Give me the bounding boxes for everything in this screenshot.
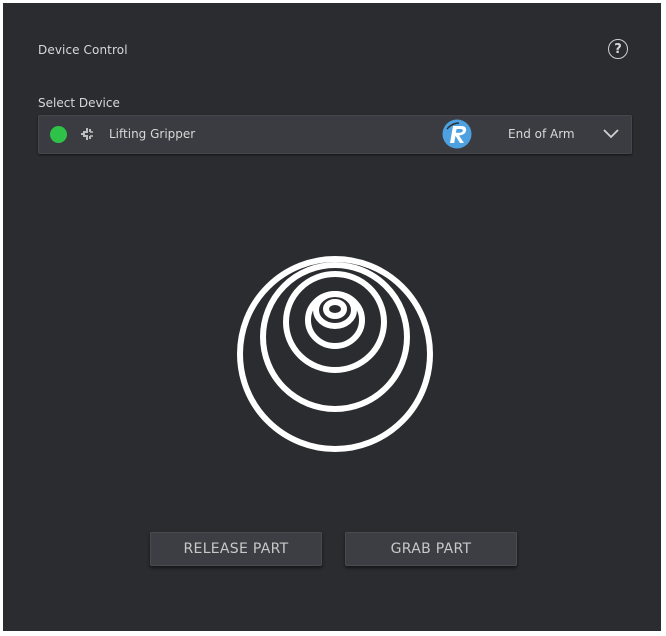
device-name: Lifting Gripper (109, 127, 196, 141)
gripper-icon (81, 128, 93, 140)
concentric-rings-target-icon (237, 256, 433, 452)
help-glyph: ? (614, 41, 622, 57)
status-dot-icon (50, 126, 67, 143)
device-select-dropdown[interactable]: Lifting Gripper End of Arm (38, 115, 632, 154)
page-title: Device Control (38, 43, 128, 57)
chevron-down-icon[interactable] (603, 128, 619, 140)
device-control-panel: Device Control ? Select Device Lifting G… (3, 3, 661, 631)
release-part-button[interactable]: RELEASE PART (150, 532, 322, 566)
mount-location: End of Arm (508, 127, 575, 141)
question-circle-icon[interactable]: ? (608, 39, 628, 59)
grab-part-button[interactable]: GRAB PART (345, 532, 517, 566)
robotiq-r-logo-icon (442, 119, 472, 149)
select-device-label: Select Device (38, 96, 120, 110)
